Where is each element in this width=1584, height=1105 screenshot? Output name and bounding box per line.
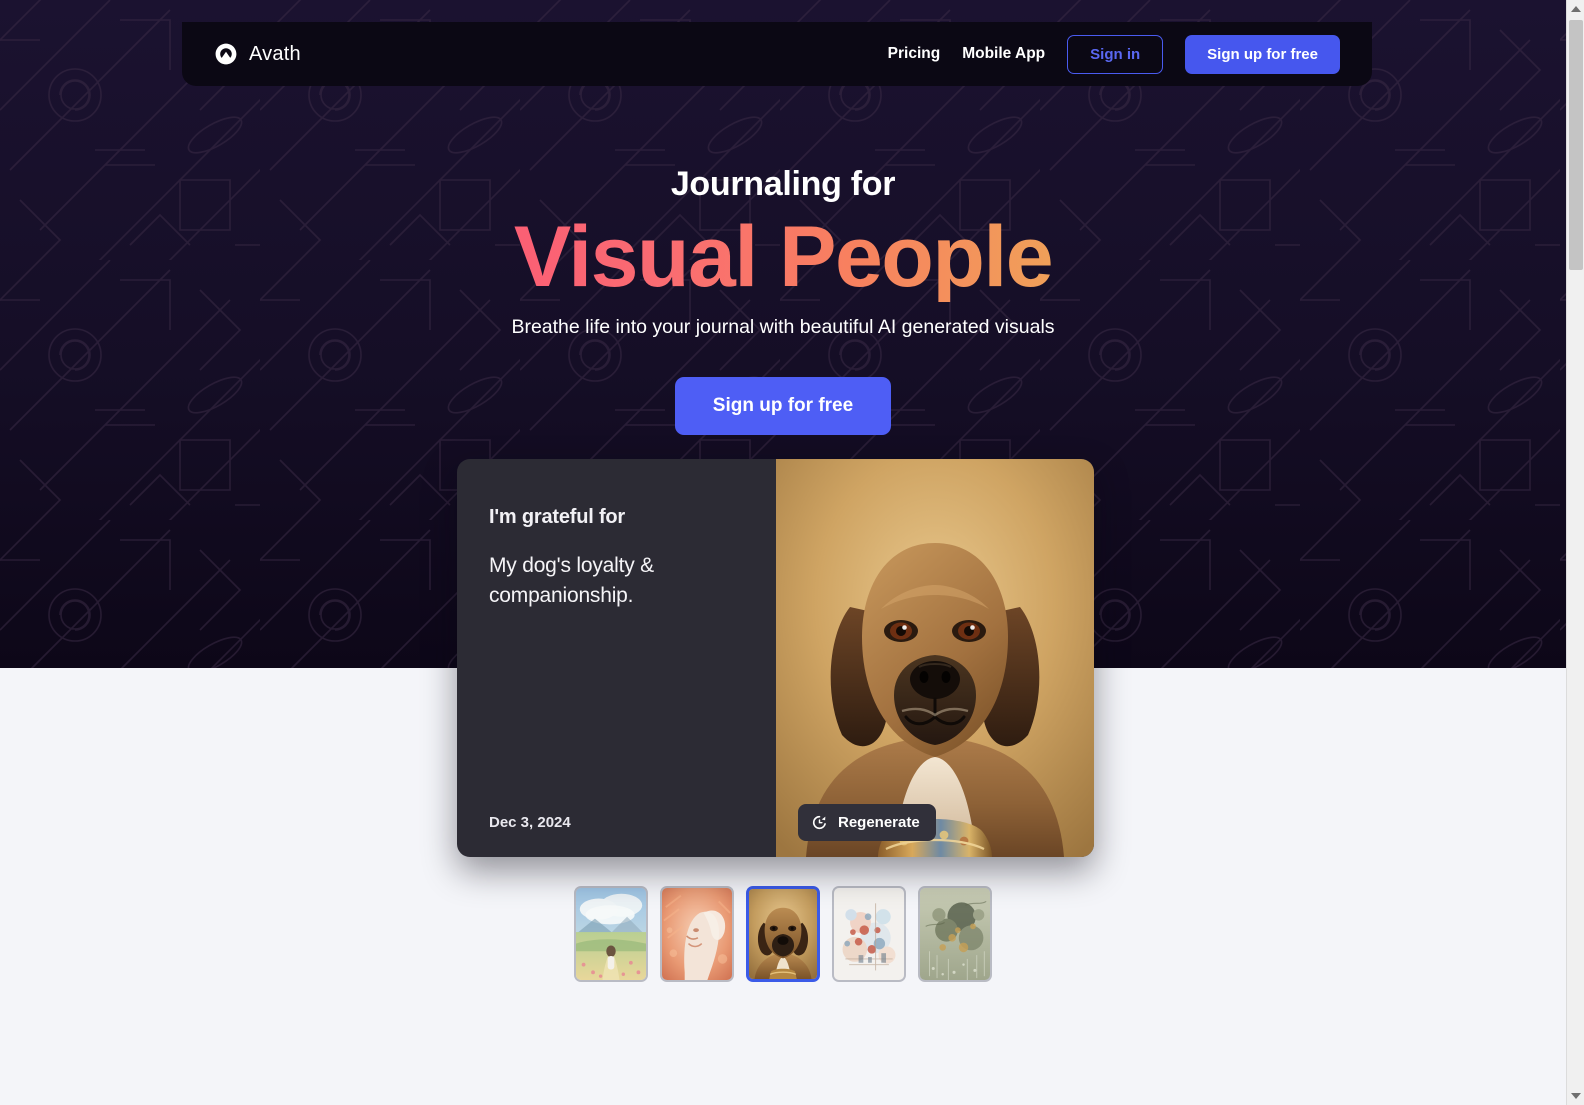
thumbnail-abstract-collage[interactable] [832,886,906,982]
journal-entry-text: My dog's loyalty & companionship. [489,554,654,607]
journal-generated-image: Regenerate [776,459,1094,857]
thumbnail-strip [0,886,1566,982]
thumbnail-surreal-forest[interactable] [918,886,992,982]
headline-line-1: Journaling for [670,165,896,203]
hero-subheadline: Breathe life into your journal with beau… [511,316,1055,339]
nav-link-mobile-app[interactable]: Mobile App [962,45,1045,63]
top-navigation-bar: Avath Pricing Mobile App Sign in Sign up… [182,22,1372,86]
brand[interactable]: Avath [214,42,301,66]
chevron-up-icon [1571,6,1581,12]
hero-sign-up-button[interactable]: Sign up for free [674,377,892,436]
refresh-icon [811,814,828,831]
journal-entry-date: Dec 3, 2024 [489,814,571,831]
journal-entry-card: I'm grateful for My dog's loyalty & comp… [457,459,1094,857]
headline-line-2: Visual People [513,209,1054,305]
scroll-up-arrow[interactable] [1567,0,1584,18]
thumbnail-orange-portrait[interactable] [660,886,734,982]
chevron-down-icon [1571,1093,1581,1099]
regenerate-label: Regenerate [838,814,920,831]
nav-actions: Pricing Mobile App Sign in Sign up for f… [888,34,1340,74]
brand-name: Avath [249,42,301,65]
scrollbar-thumb[interactable] [1569,20,1583,270]
browser-viewport: Avath Pricing Mobile App Sign in Sign up… [0,0,1566,1105]
thumbnail-dog-portrait[interactable] [746,886,820,982]
sign-up-button-nav[interactable]: Sign up for free [1185,34,1340,74]
nav-link-pricing[interactable]: Pricing [888,45,941,63]
regenerate-button[interactable]: Regenerate [798,804,936,841]
page-root: Avath Pricing Mobile App Sign in Sign up… [0,0,1584,1105]
scroll-down-arrow[interactable] [1567,1087,1584,1105]
vertical-scrollbar[interactable] [1566,0,1584,1105]
thumbnail-meadow-walk[interactable] [574,886,648,982]
sign-in-button[interactable]: Sign in [1067,34,1164,74]
journal-prompt: I'm grateful for [489,506,626,528]
avath-logo-icon [214,42,238,66]
journal-card-text-panel: I'm grateful for My dog's loyalty & comp… [457,459,776,857]
